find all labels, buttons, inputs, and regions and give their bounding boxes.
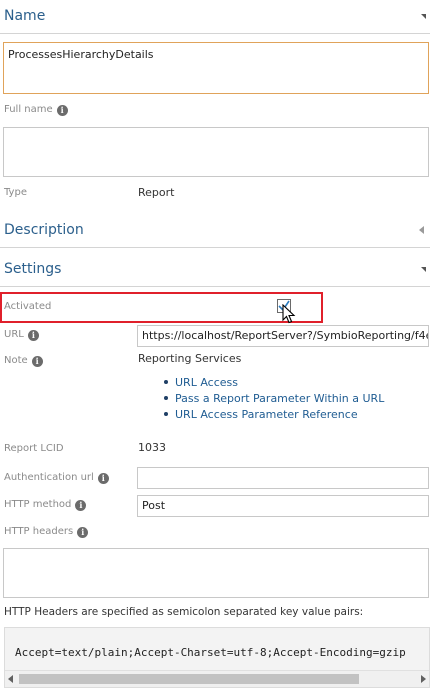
full-name-label: Full name i	[4, 104, 68, 116]
http-method-label-text: HTTP method	[4, 499, 72, 510]
bullet	[164, 380, 168, 384]
info-icon[interactable]: i	[75, 500, 87, 511]
http-method-label: HTTP method i	[4, 499, 87, 511]
http-method-input[interactable]: Post	[137, 495, 429, 517]
activated-label: Activated	[4, 301, 52, 312]
note-label: Note i	[4, 355, 43, 367]
http-headers-label-text: HTTP headers	[4, 526, 74, 537]
authentication-url-label-text: Authentication url	[4, 472, 94, 483]
http-headers-label: HTTP headers i	[4, 526, 89, 538]
full-name-label-text: Full name	[4, 104, 53, 115]
section-title-description: Description	[4, 222, 84, 238]
note-link-pass-parameter[interactable]: Pass a Report Parameter Within a URL	[175, 392, 384, 405]
full-name-input[interactable]	[3, 127, 429, 177]
note-heading: Reporting Services	[138, 352, 242, 365]
info-icon[interactable]: i	[56, 105, 68, 116]
note-link-item[interactable]: URL Access	[164, 375, 384, 391]
report-lcid-label: Report LCID	[4, 443, 64, 454]
note-links: URL Access Pass a Report Parameter Withi…	[164, 375, 384, 423]
scrollbar-thumb[interactable]	[19, 674, 359, 684]
note-link-item[interactable]: Pass a Report Parameter Within a URL	[164, 391, 384, 407]
info-icon[interactable]: i	[31, 356, 43, 367]
bullet	[164, 412, 168, 416]
section-title-name: Name	[4, 8, 46, 24]
authentication-url-label: Authentication url i	[4, 472, 109, 484]
authentication-url-input[interactable]	[137, 467, 429, 489]
url-label: URL i	[4, 329, 39, 341]
http-headers-hint: HTTP Headers are specified as semicolon …	[4, 606, 364, 618]
note-label-text: Note	[4, 355, 28, 366]
info-icon[interactable]: i	[27, 330, 39, 341]
http-headers-input[interactable]	[3, 548, 429, 598]
info-icon[interactable]: i	[77, 527, 89, 538]
url-input[interactable]: https://localhost/ReportServer?/SymbioRe…	[137, 325, 429, 347]
section-divider	[0, 286, 430, 287]
name-input[interactable]: ProcessesHierarchyDetails	[3, 42, 429, 94]
scroll-left-icon[interactable]	[8, 675, 13, 683]
headers-example-code: Accept=text/plain;Accept-Charset=utf-8;A…	[4, 627, 430, 688]
caret-left-icon[interactable]	[419, 226, 424, 234]
caret-down-icon[interactable]	[421, 267, 426, 272]
report-lcid-value: 1033	[138, 441, 166, 454]
section-divider	[0, 33, 430, 34]
caret-down-icon[interactable]	[421, 14, 426, 19]
section-header-name[interactable]: Name	[0, 4, 430, 34]
headers-example-text: Accept=text/plain;Accept-Charset=utf-8;A…	[15, 646, 406, 659]
note-link-item[interactable]: URL Access Parameter Reference	[164, 407, 384, 423]
type-value: Report	[138, 186, 175, 199]
bullet	[164, 396, 168, 400]
section-divider	[0, 247, 430, 248]
url-label-text: URL	[4, 329, 24, 340]
section-title-settings: Settings	[4, 261, 62, 277]
type-label: Type	[4, 187, 27, 198]
section-header-settings[interactable]: Settings	[0, 257, 430, 287]
note-link-parameter-reference[interactable]: URL Access Parameter Reference	[175, 408, 358, 421]
info-icon[interactable]: i	[97, 473, 109, 484]
note-link-url-access[interactable]: URL Access	[175, 376, 238, 389]
scroll-right-icon[interactable]	[421, 675, 426, 683]
section-header-description[interactable]: Description	[0, 218, 430, 248]
horizontal-scrollbar[interactable]	[5, 670, 429, 687]
